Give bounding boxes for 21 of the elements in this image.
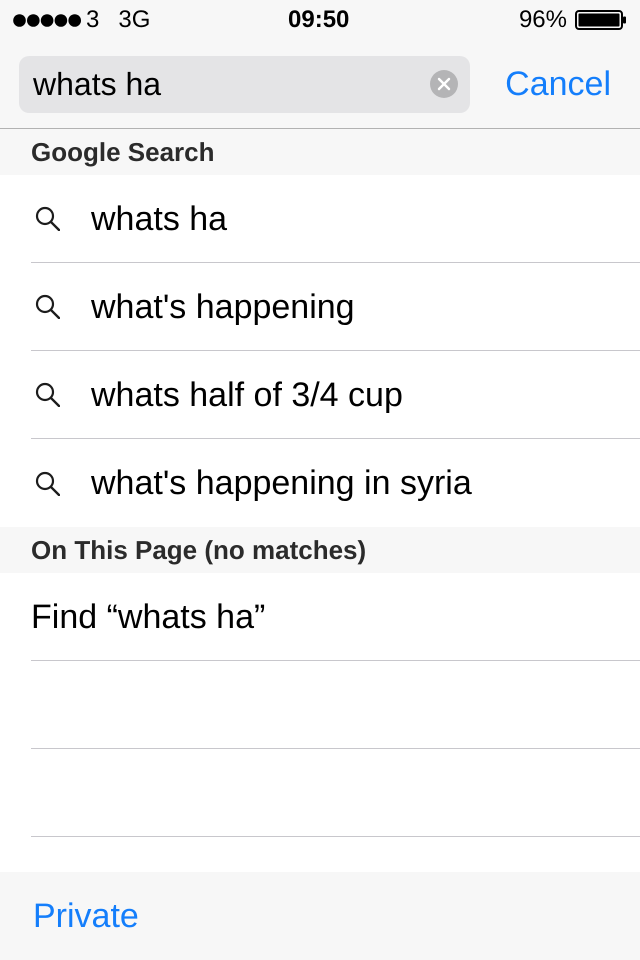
- signal-strength-icon: [13, 14, 81, 26]
- section-header: Google Search: [0, 129, 640, 175]
- status-time: 09:50: [288, 8, 350, 32]
- search-icon: [35, 470, 60, 496]
- clear-icon[interactable]: [430, 70, 458, 98]
- private-button[interactable]: Private: [33, 899, 139, 933]
- network-type: 3G: [118, 8, 150, 32]
- section-header: On This Page (no matches): [0, 527, 640, 573]
- carrier-name: 3: [86, 8, 100, 32]
- suggestion-text[interactable]: what's happening: [91, 290, 355, 324]
- suggestion-text[interactable]: whats ha: [91, 202, 228, 236]
- search-icon: [35, 206, 60, 231]
- search-field[interactable]: whats ha: [19, 56, 470, 112]
- search-icon: [35, 382, 60, 407]
- battery-icon: [575, 10, 627, 30]
- find-on-page-text[interactable]: Find “whats ha”: [31, 600, 266, 634]
- suggestion-text[interactable]: whats half of 3/4 cup: [91, 378, 403, 412]
- battery-percentage: 96%: [518, 8, 567, 32]
- suggestion-text[interactable]: what's happening in syria: [91, 466, 472, 500]
- cancel-button[interactable]: Cancel: [505, 67, 611, 101]
- search-icon: [35, 294, 60, 319]
